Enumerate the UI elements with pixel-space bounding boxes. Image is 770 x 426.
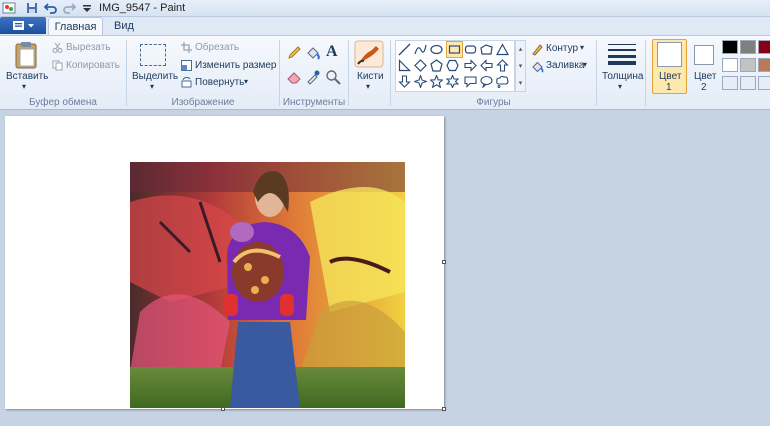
paint-app-icon[interactable] bbox=[2, 1, 16, 15]
rectangle-shape-icon[interactable] bbox=[448, 43, 461, 56]
size-icon bbox=[608, 44, 636, 65]
brushes-dropdown-arrow[interactable]: ▾ bbox=[366, 82, 370, 91]
crop-icon bbox=[181, 42, 192, 53]
shapes-group-label: Фигуры bbox=[476, 97, 511, 108]
oval-shape-icon[interactable] bbox=[430, 43, 443, 56]
resize-handle-corner[interactable] bbox=[442, 407, 446, 411]
window-title: IMG_9547 - Paint bbox=[99, 2, 186, 14]
palette-swatch[interactable] bbox=[740, 40, 756, 54]
outline-icon bbox=[532, 44, 543, 56]
save-icon[interactable] bbox=[25, 1, 39, 15]
palette-swatch-empty[interactable] bbox=[740, 76, 756, 90]
diamond-shape-icon[interactable] bbox=[414, 59, 427, 72]
color1-number: 1 bbox=[666, 82, 672, 93]
color2-label[interactable]: Цвет bbox=[694, 71, 716, 82]
line-shape-icon[interactable] bbox=[398, 43, 411, 56]
right-arrow-shape-icon[interactable] bbox=[464, 59, 477, 72]
copy-icon bbox=[52, 60, 63, 71]
right-triangle-shape-icon[interactable] bbox=[398, 59, 411, 72]
palette-swatch-empty[interactable] bbox=[722, 76, 738, 90]
file-menu-icon bbox=[13, 21, 34, 30]
rect-callout-shape-icon[interactable] bbox=[464, 75, 477, 88]
shapes-gallery-scroll[interactable]: ▴ ▾ ▾ bbox=[515, 40, 526, 92]
fill-button[interactable]: Заливка bbox=[546, 60, 585, 71]
group-divider bbox=[596, 40, 597, 106]
color1-swatch bbox=[657, 42, 682, 67]
cloud-callout-shape-icon[interactable] bbox=[496, 75, 509, 88]
six-point-star-shape-icon[interactable] bbox=[446, 75, 459, 88]
size-button[interactable]: Толщина bbox=[602, 71, 643, 82]
triangle-shape-icon[interactable] bbox=[496, 43, 509, 56]
size-dropdown-arrow[interactable]: ▾ bbox=[618, 82, 622, 91]
palette-swatch[interactable] bbox=[758, 58, 770, 72]
hexagon-shape-icon[interactable] bbox=[446, 59, 459, 72]
photo-image[interactable] bbox=[130, 162, 405, 408]
color2-number: 2 bbox=[701, 82, 707, 93]
outline-button[interactable]: Контур bbox=[546, 43, 578, 54]
left-arrow-shape-icon[interactable] bbox=[480, 59, 493, 72]
palette-swatch[interactable] bbox=[758, 40, 770, 54]
group-divider bbox=[645, 40, 646, 106]
four-point-star-shape-icon[interactable] bbox=[414, 75, 427, 88]
rotate-dropdown-arrow[interactable]: ▾ bbox=[244, 77, 248, 86]
color2-swatch[interactable] bbox=[694, 45, 714, 65]
clipboard-group-label: Буфер обмена bbox=[29, 97, 97, 108]
palette-swatch[interactable] bbox=[722, 58, 738, 72]
copy-button[interactable]: Копировать bbox=[66, 60, 120, 71]
polygon-shape-icon[interactable] bbox=[480, 43, 493, 56]
pentagon-shape-icon[interactable] bbox=[430, 59, 443, 72]
tab-home[interactable]: Главная bbox=[48, 17, 103, 36]
paste-icon bbox=[15, 42, 37, 69]
rotate-button[interactable]: Повернуть bbox=[195, 77, 244, 88]
photo-graffiti bbox=[130, 162, 405, 408]
eraser-icon[interactable] bbox=[286, 69, 302, 85]
palette-swatch-empty[interactable] bbox=[758, 76, 770, 90]
qa-dropdown-icon[interactable] bbox=[80, 1, 94, 15]
rotate-icon bbox=[181, 77, 192, 88]
brushes-button[interactable]: Кисти bbox=[357, 71, 384, 82]
resize-handle-right[interactable] bbox=[442, 260, 446, 264]
paste-dropdown-arrow[interactable]: ▾ bbox=[22, 82, 26, 91]
rounded-rectangle-shape-icon[interactable] bbox=[464, 43, 477, 56]
oval-callout-shape-icon[interactable] bbox=[480, 75, 493, 88]
text-icon[interactable]: A bbox=[326, 43, 338, 61]
select-icon bbox=[140, 44, 166, 66]
redo-icon[interactable] bbox=[62, 1, 76, 15]
ribbon: Вставить ▾ Вырезать Копировать Буфер обм… bbox=[0, 35, 770, 110]
fill-bucket-icon bbox=[532, 61, 544, 73]
pencil-icon[interactable] bbox=[286, 45, 302, 61]
down-arrow-shape-icon[interactable] bbox=[398, 75, 411, 88]
cut-button[interactable]: Вырезать bbox=[66, 42, 110, 53]
tools-group-label: Инструменты bbox=[282, 97, 346, 108]
resize-icon bbox=[181, 60, 192, 71]
undo-icon[interactable] bbox=[44, 1, 58, 15]
color-picker-icon[interactable] bbox=[305, 69, 321, 85]
crop-button[interactable]: Обрезать bbox=[195, 42, 239, 53]
brush-icon bbox=[354, 40, 384, 68]
select-button[interactable]: Выделить bbox=[132, 71, 178, 82]
tab-view[interactable]: Вид bbox=[106, 17, 142, 36]
resize-button[interactable]: Изменить размер bbox=[195, 60, 276, 71]
resize-handle-bottom[interactable] bbox=[221, 407, 225, 411]
outline-dropdown-arrow[interactable]: ▾ bbox=[580, 43, 584, 52]
magnifier-icon[interactable] bbox=[325, 69, 341, 85]
curve-shape-icon[interactable] bbox=[414, 43, 427, 56]
color1-label: Цвет bbox=[659, 71, 682, 82]
fill-icon[interactable] bbox=[305, 45, 321, 61]
file-menu-button[interactable] bbox=[0, 17, 46, 34]
cut-icon bbox=[52, 42, 63, 53]
title-bar: IMG_9547 - Paint bbox=[0, 0, 770, 17]
up-arrow-shape-icon[interactable] bbox=[496, 59, 509, 72]
paste-button[interactable]: Вставить bbox=[6, 71, 48, 82]
fill-dropdown-arrow[interactable]: ▾ bbox=[583, 60, 587, 69]
palette-swatch[interactable] bbox=[740, 58, 756, 72]
palette-swatch[interactable] bbox=[722, 40, 738, 54]
image-group-label: Изображение bbox=[171, 97, 235, 108]
group-divider bbox=[348, 40, 349, 106]
five-point-star-shape-icon[interactable] bbox=[430, 75, 443, 88]
select-dropdown-arrow[interactable]: ▾ bbox=[150, 82, 154, 91]
